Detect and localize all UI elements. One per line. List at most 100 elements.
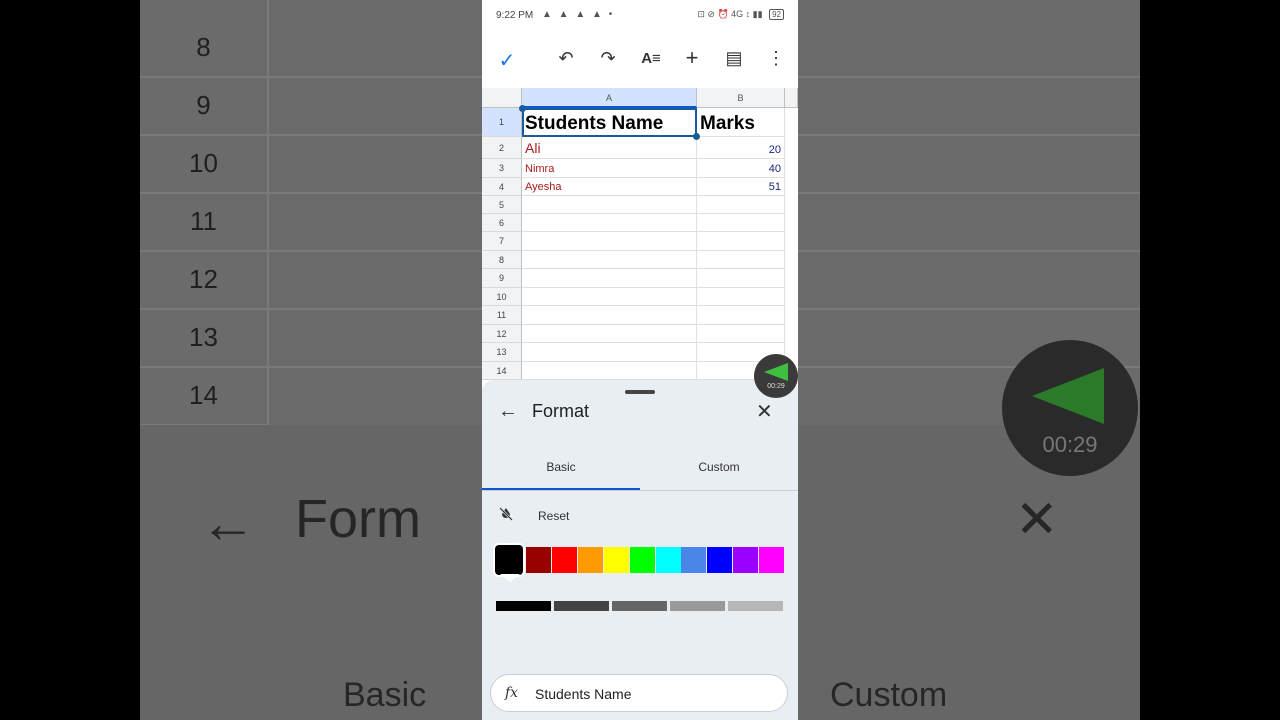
color-swatch[interactable]	[733, 547, 759, 573]
empty-cell[interactable]	[522, 269, 697, 288]
background-recorder-arrow-icon	[1032, 368, 1104, 424]
gray-swatch[interactable]	[612, 601, 667, 611]
spreadsheet-grid: A B 1 2 3 4 5 6 7 8 9 10 11 12 13 14 Stu…	[482, 88, 798, 380]
empty-cell[interactable]	[522, 306, 697, 325]
empty-cell[interactable]	[522, 232, 697, 251]
empty-cell[interactable]	[522, 343, 697, 362]
student-marks: 20	[768, 144, 781, 156]
background-row-number: 9	[140, 76, 267, 136]
cell-a2[interactable]: Ali	[522, 137, 697, 159]
empty-cell[interactable]	[522, 196, 697, 214]
redo-icon[interactable]: ↷	[596, 48, 620, 69]
tab-custom[interactable]: Custom	[640, 460, 798, 474]
row-header[interactable]: 1	[482, 108, 522, 137]
empty-cell[interactable]	[697, 196, 785, 214]
row-header[interactable]: 10	[482, 288, 522, 306]
column-header-a[interactable]: A	[522, 88, 697, 108]
text-format-icon[interactable]: A≡	[639, 50, 663, 67]
screen-recorder-bubble[interactable]: 00:29	[754, 354, 798, 398]
color-swatch[interactable]	[655, 547, 681, 573]
empty-cell[interactable]	[697, 288, 785, 306]
student-name: Ali	[525, 140, 541, 156]
select-all-corner[interactable]	[482, 88, 522, 108]
reset-label[interactable]: Reset	[538, 509, 569, 523]
plus-icon[interactable]: +	[680, 45, 704, 71]
recorder-arrow-icon	[764, 363, 788, 381]
background-recorder: 00:29	[1002, 340, 1138, 476]
close-icon[interactable]: ✕	[756, 399, 773, 424]
row-header[interactable]: 8	[482, 251, 522, 269]
empty-cell[interactable]	[522, 325, 697, 343]
status-bar: 9:22 PM ▲ ▲ ▲ ▲ • ⊡ ⊘ ⏰ 4G ↕ ▮▮ 92	[482, 0, 798, 32]
gray-swatch[interactable]	[496, 601, 551, 611]
row-header[interactable]: 13	[482, 343, 522, 362]
student-name: Ayesha	[525, 181, 562, 193]
empty-cell[interactable]	[697, 269, 785, 288]
empty-cell[interactable]	[522, 251, 697, 269]
empty-cell[interactable]	[522, 288, 697, 306]
background-basic-text: Basic	[343, 676, 427, 714]
color-swatch[interactable]	[681, 547, 707, 573]
back-arrow-icon[interactable]: ←	[498, 400, 518, 423]
row-header[interactable]: 7	[482, 232, 522, 251]
empty-cell[interactable]	[697, 306, 785, 325]
cell-a4[interactable]: Ayesha	[522, 178, 697, 196]
column-header-c[interactable]	[785, 88, 798, 108]
row-header[interactable]: 14	[482, 362, 522, 380]
selection-handle-top[interactable]	[519, 105, 526, 112]
cell-b3[interactable]: 40	[697, 159, 785, 178]
background-row-number: 12	[140, 250, 267, 310]
cell-b1[interactable]: Marks	[697, 108, 785, 137]
color-swatch[interactable]	[603, 547, 629, 573]
background-row-number: 11	[140, 192, 267, 252]
background-row-number: 10	[140, 134, 267, 194]
color-swatch[interactable]	[577, 547, 603, 573]
background-format-text: Form	[295, 489, 421, 549]
background-close-icon: ✕	[1015, 491, 1059, 549]
color-swatch[interactable]	[707, 547, 733, 573]
background-custom-text: Custom	[830, 676, 948, 714]
empty-cell[interactable]	[522, 362, 697, 380]
row-header[interactable]: 6	[482, 214, 522, 232]
color-swatch[interactable]	[629, 547, 655, 573]
comment-icon[interactable]: ▤	[722, 48, 746, 69]
gray-swatch[interactable]	[670, 601, 725, 611]
cell-a1[interactable]: Students Name	[522, 108, 697, 137]
background-back-arrow-icon: ←	[200, 491, 256, 554]
cell-b4[interactable]: 51	[697, 178, 785, 196]
check-icon[interactable]: ✓	[495, 48, 519, 73]
empty-cell[interactable]	[697, 214, 785, 232]
student-marks: 51	[768, 181, 781, 193]
student-name: Nimra	[525, 163, 555, 175]
empty-cell[interactable]	[697, 251, 785, 269]
row-header[interactable]: 2	[482, 137, 522, 159]
color-swatch[interactable]	[495, 545, 523, 575]
empty-cell[interactable]	[697, 325, 785, 343]
row-header[interactable]: 11	[482, 306, 522, 325]
cell-b2[interactable]: 20	[697, 137, 785, 159]
row-header[interactable]: 3	[482, 159, 522, 178]
gray-swatch[interactable]	[554, 601, 609, 611]
more-vert-icon[interactable]: ⋮	[764, 48, 788, 69]
editor-toolbar: ✓ ↶ ↷ A≡ + ▤ ⋮	[482, 32, 798, 88]
tab-basic[interactable]: Basic	[482, 460, 640, 474]
row-header[interactable]: 12	[482, 325, 522, 343]
color-swatch[interactable]	[759, 547, 785, 573]
empty-cell[interactable]	[697, 232, 785, 251]
empty-cell[interactable]	[522, 214, 697, 232]
formula-bar[interactable]: fx Students Name	[490, 674, 788, 712]
row-header[interactable]: 5	[482, 196, 522, 214]
row-header[interactable]: 9	[482, 269, 522, 288]
formula-value[interactable]: Students Name	[535, 686, 632, 702]
undo-icon[interactable]: ↶	[554, 48, 578, 69]
reset-color-icon[interactable]	[499, 507, 513, 521]
selection-handle-bottom[interactable]	[693, 133, 700, 140]
cell-a3[interactable]: Nimra	[522, 159, 697, 178]
color-swatch[interactable]	[526, 547, 551, 573]
column-header-b[interactable]: B	[697, 88, 785, 108]
fx-icon: fx	[505, 685, 519, 701]
row-header[interactable]: 4	[482, 178, 522, 196]
panel-drag-handle[interactable]	[625, 390, 655, 394]
color-swatch[interactable]	[551, 547, 577, 573]
gray-swatch[interactable]	[728, 601, 783, 611]
